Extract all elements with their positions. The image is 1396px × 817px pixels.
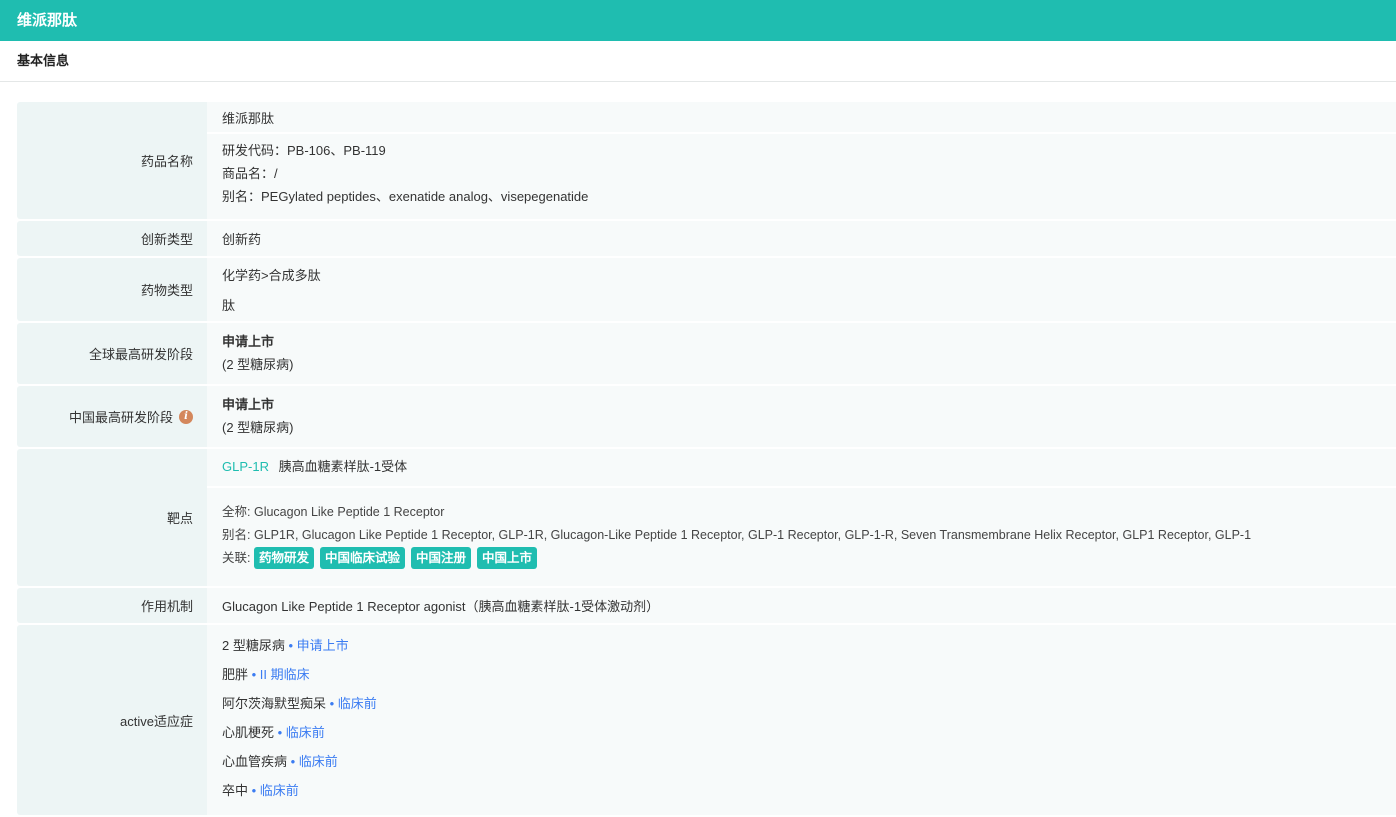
row-china-stage: 中国最高研发阶段 i 申请上市 (2 型糖尿病): [17, 386, 1396, 447]
indication-stage-link[interactable]: 临床前: [338, 696, 377, 711]
indication-stage-link[interactable]: 临床前: [299, 754, 338, 769]
indication-stage-link[interactable]: II 期临床: [260, 667, 310, 682]
info-icon[interactable]: i: [179, 409, 193, 424]
alias-label: 别名:: [222, 528, 251, 542]
bullet-icon: •: [248, 667, 260, 682]
row-label: 全球最高研发阶段: [17, 323, 207, 384]
bullet-icon: •: [248, 783, 260, 798]
drug-name: 维派那肽: [222, 111, 275, 126]
innovation-value: 创新药: [222, 232, 262, 247]
indication-name: 心血管疾病: [222, 754, 288, 769]
indication-name: 心肌梗死: [222, 725, 275, 740]
row-target: 靶点 GLP-1R 胰高血糖素样肽-1受体 全称: Glucagon Like …: [17, 449, 1396, 586]
indication-item: 肥胖 • II 期临床: [222, 660, 1381, 689]
page-header: 维派那肽: [0, 0, 1396, 41]
row-mechanism: 作用机制 Glucagon Like Peptide 1 Receptor ag…: [17, 588, 1396, 623]
indication-item: 心血管疾病 • 临床前: [222, 747, 1381, 776]
global-stage: 申请上市: [222, 334, 275, 349]
drug-type-value: 化学药>合成多肽: [222, 268, 321, 283]
full-name-label: 全称:: [222, 505, 251, 519]
target-alias: GLP1R, Glucagon Like Peptide 1 Receptor,…: [253, 528, 1252, 542]
row-drug-type: 药物类型 化学药>合成多肽 肽: [17, 258, 1396, 321]
drug-type-value: 肽: [222, 298, 236, 313]
tag-china-registration[interactable]: 中国注册: [411, 547, 472, 569]
bullet-icon: •: [287, 754, 299, 769]
target-symbol-link[interactable]: GLP-1R: [222, 459, 269, 474]
tag-china-trials[interactable]: 中国临床试验: [319, 547, 405, 569]
bullet-icon: •: [326, 696, 338, 711]
indication-name: 卒中: [222, 783, 249, 798]
indication-stage-link[interactable]: 临床前: [260, 783, 299, 798]
tag-china-market[interactable]: 中国上市: [477, 547, 538, 569]
indication-item: 阿尔茨海默型痴呆 • 临床前: [222, 689, 1381, 718]
row-label: 药物类型: [17, 258, 207, 321]
full-name: Glucagon Like Peptide 1 Receptor: [253, 505, 445, 519]
china-stage: 申请上市: [222, 397, 275, 412]
mechanism-value: Glucagon Like Peptide 1 Receptor agonist…: [222, 599, 660, 614]
indication-item: 2 型糖尿病 • 申请上市: [222, 631, 1381, 660]
target-name: 胰高血糖素样肽-1受体: [278, 459, 408, 474]
indication-item: 卒中 • 临床前: [222, 776, 1381, 805]
bullet-icon: •: [284, 638, 297, 653]
alias: 别名：PEGylated peptides、exenatide analog、v…: [222, 189, 589, 204]
dev-code: 研发代码：PB-106、PB-119: [222, 143, 386, 158]
row-label: 靶点: [17, 449, 207, 586]
tag-drug-rd[interactable]: 药物研发: [253, 547, 314, 569]
row-label: active适应症: [17, 625, 207, 815]
row-innovation: 创新类型 创新药: [17, 221, 1396, 256]
global-indication: (2 型糖尿病): [222, 357, 294, 372]
row-indications: active适应症 2 型糖尿病 • 申请上市 肥胖 • II 期临床 阿尔茨海默型…: [17, 625, 1396, 815]
indication-item: 心肌梗死 • 临床前: [222, 718, 1381, 747]
china-indication: (2 型糖尿病): [222, 420, 294, 435]
row-label: 创新类型: [17, 221, 207, 256]
indication-name: 肥胖: [222, 667, 249, 682]
indication-stage-link[interactable]: 临床前: [286, 725, 325, 740]
row-global-stage: 全球最高研发阶段 申请上市 (2 型糖尿病): [17, 323, 1396, 384]
row-label: 作用机制: [17, 588, 207, 623]
row-label: 中国最高研发阶段: [68, 410, 173, 425]
section-title: 基本信息: [0, 41, 1396, 82]
row-drug-name: 药品名称 维派那肽 研发代码：PB-106、PB-119 商品名：/ 别名：PE…: [17, 102, 1396, 219]
bullet-icon: •: [274, 725, 286, 740]
indication-name: 2 型糖尿病: [222, 638, 285, 653]
trade-name: 商品名：/: [222, 166, 278, 181]
related-label: 关联:: [222, 551, 251, 565]
row-label: 药品名称: [17, 102, 207, 219]
drug-title: 维派那肽: [17, 12, 78, 29]
info-table: 药品名称 维派那肽 研发代码：PB-106、PB-119 商品名：/ 别名：PE…: [17, 102, 1396, 817]
indication-stage-link[interactable]: 申请上市: [297, 638, 349, 653]
indication-name: 阿尔茨海默型痴呆: [222, 696, 327, 711]
